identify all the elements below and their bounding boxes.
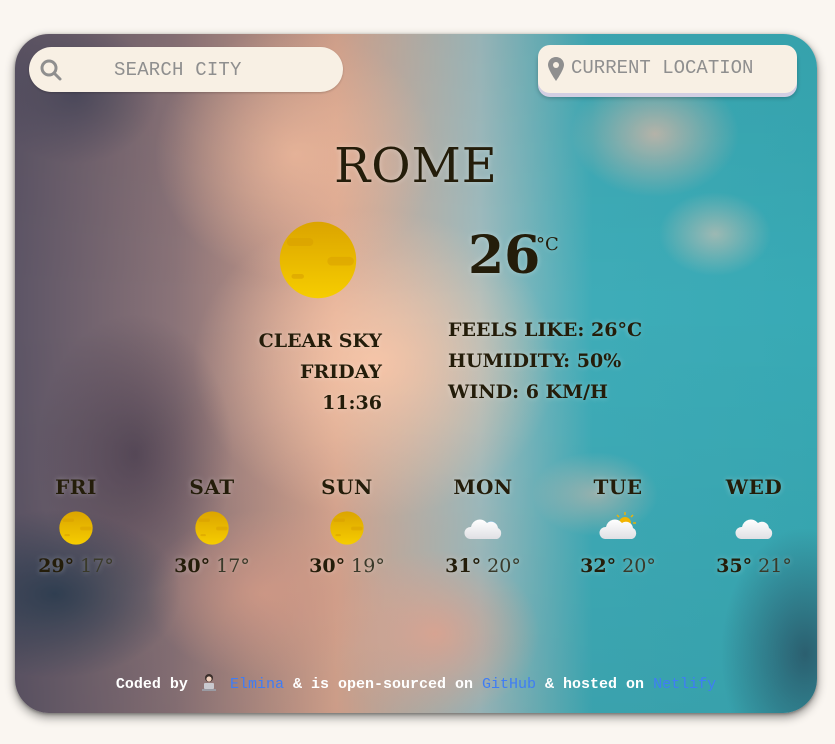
- feels-like: FEELS LIKE: 26°C: [448, 319, 643, 341]
- search-input[interactable]: SEARCH CITY: [29, 47, 343, 92]
- forecast-day: FRI 29° 17°: [16, 475, 136, 577]
- weather-details: FEELS LIKE: 26°C HUMIDITY: 50% WIND: 6 K…: [448, 315, 642, 408]
- city-name: ROME: [334, 138, 498, 194]
- forecast-min: 21°: [758, 555, 792, 577]
- developer-avatar-icon: [201, 674, 216, 691]
- weather-condition: CLEAR SKY: [258, 330, 382, 352]
- forecast-max: 35°: [716, 555, 753, 577]
- forecast-day-name: WED: [725, 475, 783, 499]
- wind-speed: WIND: 6 KM/H: [448, 381, 608, 403]
- cloud-icon: [463, 511, 503, 545]
- forecast-max: 30°: [309, 555, 346, 577]
- github-link[interactable]: GitHub: [482, 676, 536, 693]
- sun-icon: [279, 221, 357, 299]
- search-icon[interactable]: [39, 58, 63, 82]
- weather-card: SEARCH CITY CURRENT LOCATION ROME 26 °C …: [15, 34, 817, 713]
- forecast-min: 17°: [80, 555, 114, 577]
- sun-icon: [59, 511, 93, 545]
- forecast-max: 29°: [38, 555, 75, 577]
- forecast-day: WED 35° 21°: [694, 475, 814, 577]
- search-placeholder: SEARCH CITY: [114, 59, 242, 81]
- forecast-day-name: SUN: [321, 475, 373, 499]
- forecast-max: 31°: [445, 555, 482, 577]
- sun-icon: [330, 511, 364, 545]
- humidity: HUMIDITY: 50%: [448, 350, 622, 372]
- sun-icon: [195, 511, 229, 545]
- forecast-max: 32°: [580, 555, 617, 577]
- forecast-day: SAT 30° 17°: [152, 475, 272, 577]
- forecast-day-name: MON: [453, 475, 513, 499]
- current-temperature: 26: [468, 225, 541, 286]
- forecast-day: SUN 30° 19°: [287, 475, 407, 577]
- forecast-day: TUE 32° 20°: [558, 475, 678, 577]
- forecast-day-name: TUE: [593, 475, 643, 499]
- forecast-max: 30°: [174, 555, 211, 577]
- weather-summary: CLEAR SKY FRIDAY 11:36: [245, 326, 382, 419]
- footer: Coded by Elmina & is open-sourced on Git…: [15, 673, 817, 693]
- footer-coded-by: Coded by: [115, 676, 188, 693]
- forecast-min: 20°: [487, 555, 521, 577]
- forecast-day-name: SAT: [189, 475, 235, 499]
- current-location-label: CURRENT LOCATION: [571, 57, 754, 79]
- netlify-link[interactable]: Netlify: [653, 676, 716, 693]
- cloud-icon: [734, 511, 774, 545]
- author-link[interactable]: Elmina: [230, 676, 284, 693]
- forecast-min: 17°: [216, 555, 250, 577]
- current-location-button[interactable]: CURRENT LOCATION: [538, 45, 797, 93]
- forecast-min: 20°: [622, 555, 656, 577]
- current-datetime: FRIDAY 11:36: [299, 361, 382, 414]
- partly-cloudy-icon: [598, 512, 638, 545]
- forecast-min: 19°: [351, 555, 385, 577]
- footer-open-sourced: & is open-sourced on: [292, 676, 473, 693]
- forecast-day-name: FRI: [55, 475, 97, 499]
- temperature-unit[interactable]: °C: [536, 234, 559, 255]
- footer-hosted: & hosted on: [545, 676, 645, 693]
- forecast-day: MON 31° 20°: [423, 475, 543, 577]
- map-pin-icon: [548, 57, 564, 81]
